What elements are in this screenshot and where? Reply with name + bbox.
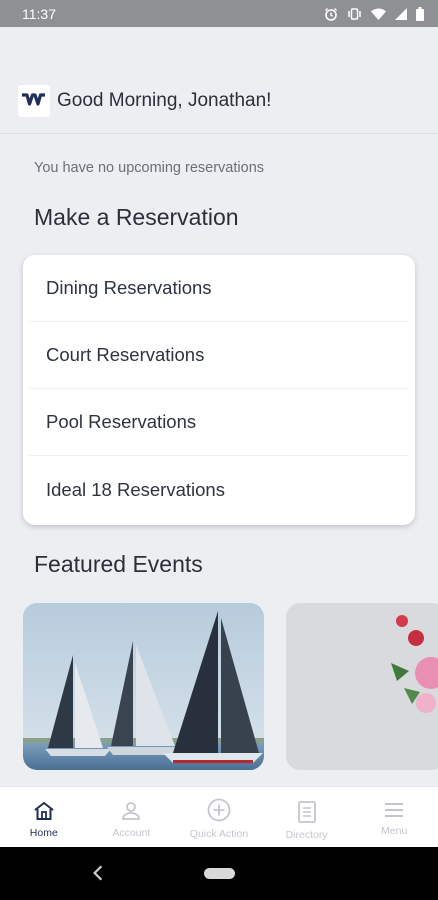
signal-icon (395, 7, 407, 20)
battery-icon (416, 6, 424, 21)
plus-circle-icon (207, 798, 231, 822)
home-icon (34, 801, 54, 820)
person-icon (122, 802, 141, 820)
status-icons (324, 6, 424, 21)
flowers-event-card[interactable] (286, 603, 438, 770)
court-reservations-item[interactable]: Court Reservations (29, 322, 409, 389)
bottom-navigation: Home Account Quick Action Directory Menu (0, 786, 438, 847)
nav-account[interactable]: Account (88, 787, 176, 847)
status-bar: 11:37 (0, 0, 438, 27)
nav-menu[interactable]: Menu (350, 787, 438, 847)
flowers-photo (286, 603, 438, 770)
nav-directory[interactable]: Directory (263, 787, 351, 847)
nav-account-label: Account (112, 827, 151, 839)
app-header: Good Morning, Jonathan! (0, 27, 438, 134)
greeting-text: Good Morning, Jonathan! (57, 90, 272, 111)
club-logo-icon (18, 85, 50, 117)
home-pill-button[interactable] (204, 868, 235, 879)
wifi-icon (371, 8, 386, 20)
alarm-icon (325, 7, 337, 21)
no-reservations-text: You have no upcoming reservations (34, 160, 265, 176)
reservation-card: Dining Reservations Court Reservations P… (23, 255, 415, 525)
nav-home[interactable]: Home (0, 787, 88, 847)
dining-reservations-item[interactable]: Dining Reservations (29, 255, 409, 322)
pool-reservations-item[interactable]: Pool Reservations (29, 389, 409, 456)
featured-events-title: Featured Events (34, 551, 203, 577)
ideal18-reservations-item[interactable]: Ideal 18 Reservations (29, 456, 409, 523)
nav-quick-action-label: Quick Action (189, 828, 249, 840)
nav-home-label: Home (29, 827, 58, 839)
sailboats-photo (23, 603, 264, 770)
nav-menu-label: Menu (381, 825, 408, 837)
make-reservation-title: Make a Reservation (34, 204, 239, 230)
status-time: 11:37 (22, 5, 56, 22)
nav-directory-label: Directory (285, 829, 328, 841)
nav-quick-action[interactable]: Quick Action (175, 787, 263, 847)
vibrate-icon (348, 7, 361, 20)
sailboats-event-card[interactable] (23, 603, 264, 770)
back-icon[interactable] (91, 864, 105, 882)
menu-icon (385, 803, 404, 817)
system-nav-bar (0, 847, 438, 900)
directory-icon (297, 801, 316, 823)
